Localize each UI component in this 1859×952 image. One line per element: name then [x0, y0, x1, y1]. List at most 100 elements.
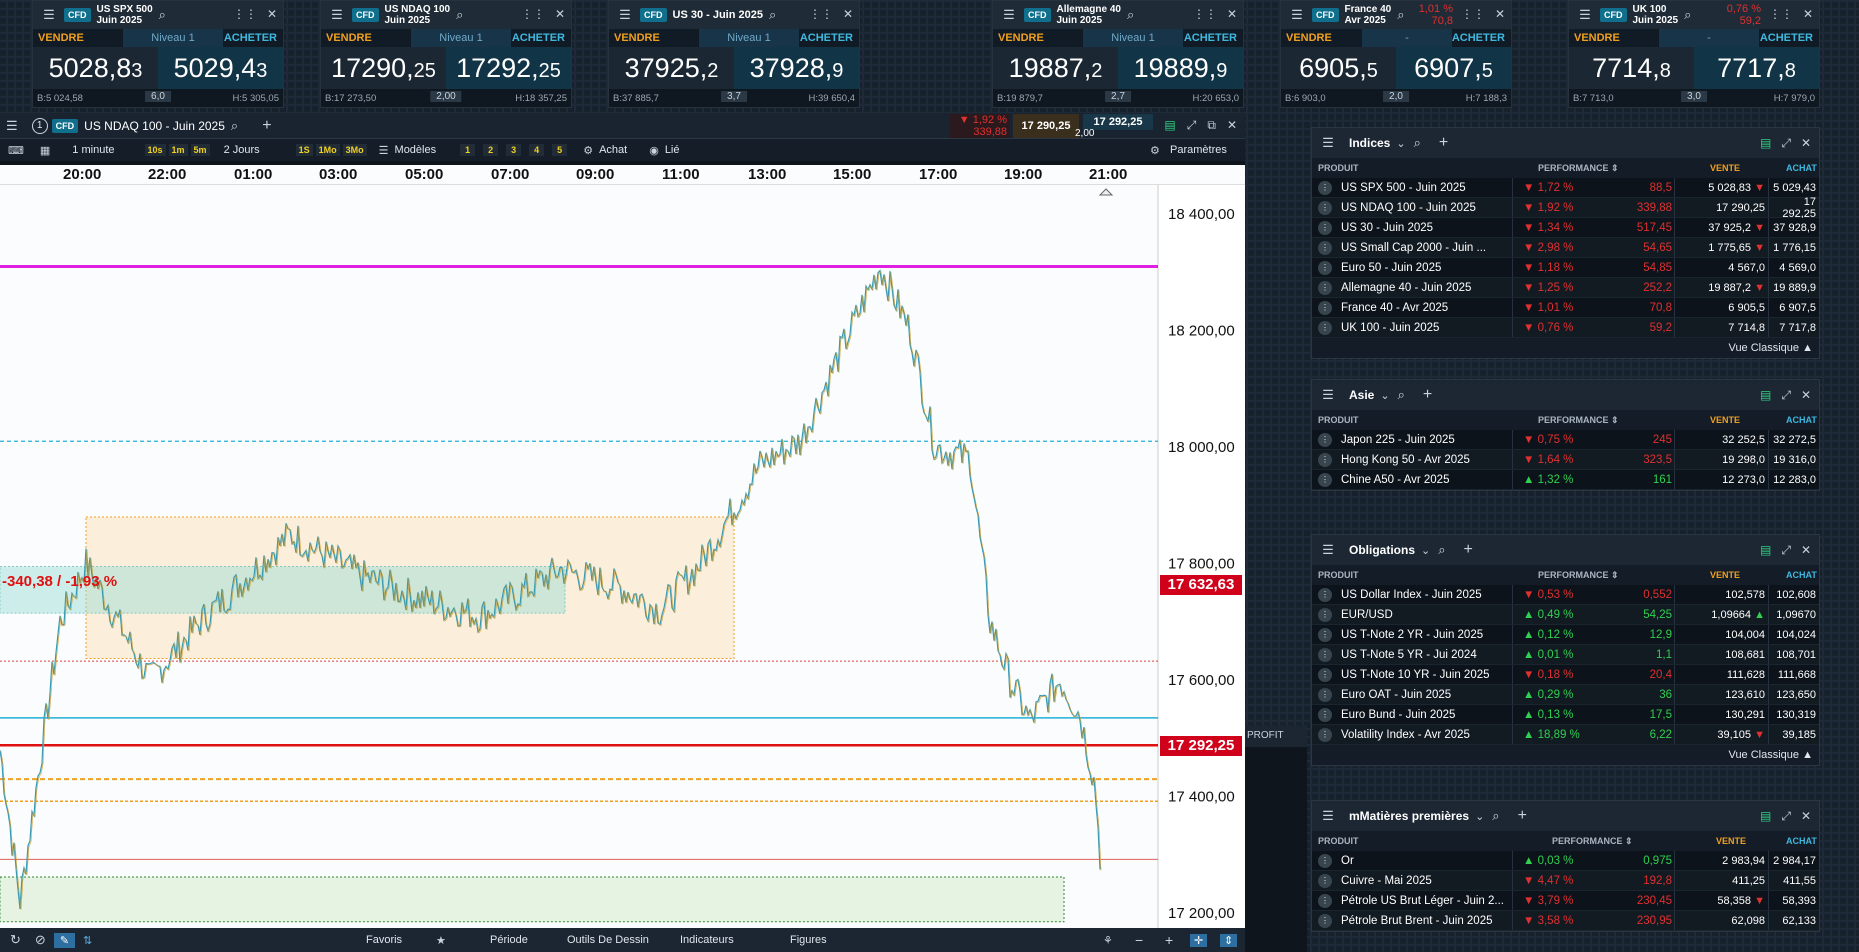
tile-sell-button[interactable]: 5028,83: [33, 47, 158, 89]
col-buy[interactable]: ACHAT: [1786, 570, 1817, 580]
pencil-icon[interactable]: ✎: [53, 932, 76, 948]
row-buy-price[interactable]: 19 889,9: [1770, 282, 1816, 294]
row-product[interactable]: US T-Note 10 YR - Juin 2025: [1341, 669, 1511, 681]
row-buy-price[interactable]: 2 984,17: [1770, 855, 1816, 867]
row-buy-price[interactable]: 32 272,5: [1770, 434, 1816, 446]
close-icon[interactable]: ✕: [1801, 388, 1811, 403]
table-row[interactable]: ⋮ Cuivre - Mai 2025 ▼ 4,47 % 192,8 411,2…: [1312, 871, 1819, 891]
table-row[interactable]: ⋮ EUR/USD ▲ 0,49 % 54,25 1,09664 ▲ 1,096…: [1312, 605, 1819, 625]
col-performance[interactable]: PERFORMANCE ⇕: [1538, 163, 1619, 174]
settings-button[interactable]: Paramètres: [1170, 144, 1227, 156]
row-product[interactable]: Or: [1341, 855, 1511, 867]
row-product[interactable]: US 30 - Juin 2025: [1341, 222, 1511, 234]
row-product[interactable]: Euro OAT - Juin 2025: [1341, 689, 1511, 701]
row-menu-icon[interactable]: ⋮: [1318, 452, 1332, 467]
chevron-down-icon[interactable]: ⌄: [1380, 389, 1389, 402]
row-buy-price[interactable]: 62,133: [1770, 915, 1816, 927]
table-row[interactable]: ⋮ Euro 50 - Juin 2025 ▼ 1,18 % 54,85 4 5…: [1312, 258, 1819, 278]
tile-level-select[interactable]: -: [1659, 29, 1759, 47]
arrows-icon[interactable]: ⇅: [83, 934, 92, 947]
menu-icon[interactable]: ☰: [614, 4, 636, 26]
table-row[interactable]: ⋮ US SPX 500 - Juin 2025 ▼ 1,72 % 88,5 5…: [1312, 178, 1819, 198]
row-buy-price[interactable]: 37 928,9: [1770, 222, 1816, 234]
row-buy-price[interactable]: 39,185: [1770, 729, 1816, 741]
classic-view-button[interactable]: Vue Classique ▲: [1312, 338, 1819, 358]
search-icon[interactable]: ⌕: [769, 7, 785, 23]
link-icon[interactable]: ◉: [649, 144, 659, 157]
chevron-down-icon[interactable]: ⌄: [1421, 544, 1430, 557]
menu-icon[interactable]: ☰: [998, 4, 1020, 26]
tile-level-select[interactable]: Niveau 1: [411, 29, 511, 47]
col-product[interactable]: PRODUIT: [1318, 415, 1359, 425]
table-row[interactable]: ⋮ Hong Kong 50 - Avr 2025 ▼ 1,64 % 323,5…: [1312, 450, 1819, 470]
row-menu-icon[interactable]: ⋮: [1318, 607, 1332, 622]
models-button[interactable]: Modèles: [395, 144, 437, 156]
drag-handle-icon[interactable]: ⋮⋮: [233, 7, 257, 21]
row-sell-price[interactable]: 58,358 ▼: [1679, 895, 1765, 907]
row-buy-price[interactable]: 19 316,0: [1770, 454, 1816, 466]
row-sell-price[interactable]: 130,291: [1679, 709, 1765, 721]
tile-buy-button[interactable]: 5029,43: [158, 47, 283, 89]
panel-title[interactable]: Asie: [1349, 388, 1374, 402]
row-menu-icon[interactable]: ⋮: [1318, 687, 1332, 702]
drag-handle-icon[interactable]: ⋮⋮: [1461, 7, 1485, 21]
row-buy-price[interactable]: 104,024: [1770, 629, 1816, 641]
layout-icon[interactable]: ▤: [1760, 809, 1771, 824]
block-icon[interactable]: ⊘: [35, 932, 46, 948]
panel-menu-icon[interactable]: ☰: [1317, 539, 1339, 561]
col-sell[interactable]: VENTE: [1716, 836, 1746, 846]
expand-icon[interactable]: ⤢: [1781, 543, 1791, 558]
figures-button[interactable]: Figures: [790, 934, 827, 946]
search-icon[interactable]: ⌕: [1492, 808, 1499, 824]
table-row[interactable]: ⋮ Euro OAT - Juin 2025 ▲ 0,29 % 36 123,6…: [1312, 685, 1819, 705]
table-row[interactable]: ⋮ Japon 225 - Juin 2025 ▼ 0,75 % 245 32 …: [1312, 430, 1819, 450]
chart-sell-button[interactable]: 17 290,25: [1013, 114, 1079, 138]
layout-4[interactable]: 4: [529, 144, 545, 156]
row-sell-price[interactable]: 102,578: [1679, 589, 1765, 601]
interval-select[interactable]: 1 minute: [72, 144, 114, 156]
menu-icon[interactable]: ☰: [1574, 4, 1596, 26]
vertical-fit-icon[interactable]: ⇕: [1220, 933, 1238, 947]
close-icon[interactable]: ✕: [1801, 543, 1811, 558]
menu-icon[interactable]: ☰: [326, 4, 348, 26]
row-product[interactable]: US Small Cap 2000 - Juin ...: [1341, 242, 1511, 254]
row-product[interactable]: Euro 50 - Juin 2025: [1341, 262, 1511, 274]
tile-sell-button[interactable]: 19887,2: [993, 47, 1118, 89]
row-menu-icon[interactable]: ⋮: [1318, 180, 1332, 195]
row-menu-icon[interactable]: ⋮: [1318, 727, 1332, 742]
row-product[interactable]: UK 100 - Juin 2025: [1341, 322, 1511, 334]
table-row[interactable]: ⋮ US T-Note 10 YR - Juin 2025 ▼ 0,18 % 2…: [1312, 665, 1819, 685]
row-menu-icon[interactable]: ⋮: [1318, 647, 1332, 662]
buy-mode-button[interactable]: Achat: [599, 144, 627, 156]
tile-level-select[interactable]: -: [1362, 29, 1452, 47]
search-icon[interactable]: ⌕: [1414, 135, 1421, 151]
layout-icon[interactable]: ▤: [1760, 388, 1771, 403]
row-product[interactable]: EUR/USD: [1341, 609, 1511, 621]
menu-icon[interactable]: ☰: [38, 4, 60, 26]
classic-view-button[interactable]: Vue Classique ▲: [1312, 745, 1819, 765]
row-sell-price[interactable]: 7 714,8: [1679, 322, 1765, 334]
price-chart[interactable]: 18 400,00 18 200,00 18 000,00 17 800,00 17 6…: [0, 185, 1245, 948]
col-product[interactable]: PRODUIT: [1318, 163, 1359, 173]
row-buy-price[interactable]: 111,668: [1770, 669, 1816, 681]
search-icon[interactable]: ⌕: [1127, 7, 1143, 23]
col-performance[interactable]: PERFORMANCE ⇕: [1538, 570, 1619, 581]
indicators-button[interactable]: Indicateurs: [680, 934, 734, 946]
row-sell-price[interactable]: 39,105 ▼: [1679, 729, 1765, 741]
close-icon[interactable]: ✕: [843, 7, 853, 21]
favorites-button[interactable]: Favoris: [366, 934, 402, 946]
row-sell-price[interactable]: 111,628: [1679, 669, 1765, 681]
search-icon[interactable]: ⌕: [456, 7, 472, 23]
row-menu-icon[interactable]: ⋮: [1318, 280, 1332, 295]
table-row[interactable]: ⋮ Allemagne 40 - Juin 2025 ▼ 1,25 % 252,…: [1312, 278, 1819, 298]
close-icon[interactable]: ✕: [267, 7, 277, 21]
col-buy[interactable]: ACHAT: [1786, 415, 1817, 425]
search-icon[interactable]: ⌕: [159, 7, 175, 23]
row-product[interactable]: US NDAQ 100 - Juin 2025: [1341, 202, 1511, 214]
close-icon[interactable]: ✕: [555, 7, 565, 21]
settings-icon[interactable]: ⚙: [1150, 144, 1160, 157]
interval-10s[interactable]: 10s: [144, 144, 166, 156]
row-menu-icon[interactable]: ⋮: [1318, 240, 1332, 255]
row-buy-price[interactable]: 1,09670: [1770, 609, 1816, 621]
row-product[interactable]: US T-Note 5 YR - Jui 2024: [1341, 649, 1511, 661]
